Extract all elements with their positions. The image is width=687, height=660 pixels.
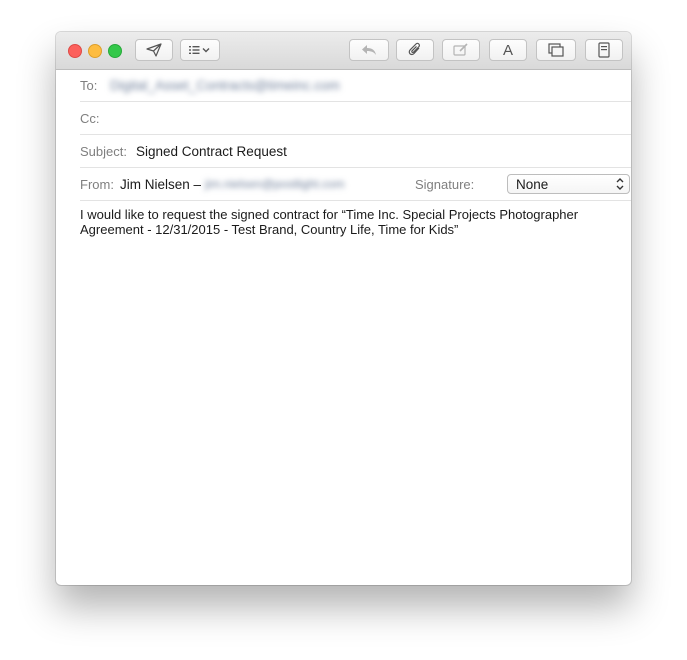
subject-field[interactable]: Signed Contract Request — [136, 144, 287, 159]
stationery-icon — [598, 42, 610, 58]
compose-window: A To: Digital_Asset_Contracts@timeinc.co… — [56, 32, 631, 585]
minimize-button[interactable] — [88, 44, 102, 58]
header-fields-icon — [188, 44, 212, 56]
zoom-button[interactable] — [108, 44, 122, 58]
to-row[interactable]: To: Digital_Asset_Contracts@timeinc.com — [80, 69, 631, 102]
from-row: From: Jim Nielsen – jim.nielsen@postligh… — [80, 168, 631, 201]
markup-icon — [453, 43, 469, 57]
reply-button[interactable] — [349, 39, 389, 61]
from-name[interactable]: Jim Nielsen – — [120, 177, 201, 192]
attachment-icon — [408, 42, 422, 58]
subject-row[interactable]: Subject: Signed Contract Request — [80, 135, 631, 168]
header-fields-button[interactable] — [180, 39, 220, 61]
from-email[interactable]: jim.nielsen@postlight.com — [205, 177, 345, 191]
signature-label: Signature: — [415, 177, 475, 192]
to-field[interactable]: Digital_Asset_Contracts@timeinc.com — [110, 78, 340, 93]
stationery-button[interactable] — [585, 39, 623, 61]
subject-label: Subject: — [80, 144, 127, 159]
message-body[interactable]: I would like to request the signed contr… — [80, 207, 610, 237]
toolbar: A — [56, 32, 631, 70]
to-label: To: — [80, 78, 98, 93]
photo-browser-icon — [548, 43, 564, 57]
send-button[interactable] — [135, 39, 173, 61]
attach-button[interactable] — [396, 39, 434, 61]
send-icon — [146, 43, 162, 57]
reply-icon — [361, 44, 377, 56]
signature-select[interactable]: None — [507, 174, 630, 194]
photo-browser-button[interactable] — [536, 39, 576, 61]
cc-row[interactable]: Cc: — [80, 102, 631, 135]
markup-button[interactable] — [442, 39, 480, 61]
format-button[interactable]: A — [489, 39, 527, 61]
signature-value: None — [516, 177, 549, 192]
from-label: From: — [80, 177, 114, 192]
chevron-up-down-icon — [615, 177, 625, 191]
cc-label: Cc: — [80, 111, 100, 126]
header-fields: To: Digital_Asset_Contracts@timeinc.com … — [56, 69, 631, 201]
close-button[interactable] — [68, 44, 82, 58]
format-icon: A — [502, 41, 513, 59]
